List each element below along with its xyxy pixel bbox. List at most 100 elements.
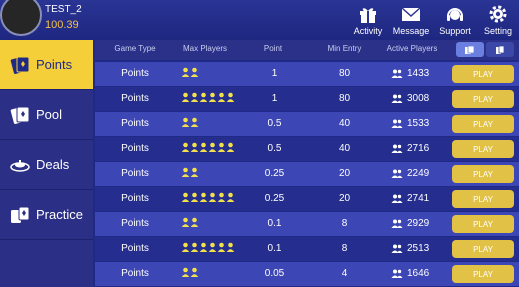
- table-row: Points 0.05 4 1646 PLAY: [95, 262, 519, 286]
- player-icons: [181, 192, 235, 202]
- active-players-count: 1533: [407, 118, 430, 129]
- point-cell: 0.5: [267, 118, 282, 129]
- active-players-icon: [391, 69, 403, 78]
- active-players-cell: 1533: [391, 118, 451, 129]
- header-max-players: Max Players: [182, 44, 227, 53]
- min-entry-cell: 20: [338, 193, 351, 204]
- active-players-cell: 1433: [391, 68, 451, 79]
- max-players-cell: [181, 242, 251, 252]
- cards-view-icon: [465, 45, 475, 54]
- play-button[interactable]: PLAY: [452, 115, 514, 133]
- game-type-cell: Points: [121, 118, 149, 129]
- point-cell: 0.1: [267, 218, 282, 229]
- point-cell: 0.25: [264, 168, 285, 179]
- game-type-cell: Points: [121, 268, 149, 279]
- table-header: Game Type Max Players Point Min Entry Ac…: [95, 40, 519, 60]
- active-players-cell: 2513: [391, 243, 451, 254]
- active-players-count: 2513: [407, 243, 430, 254]
- active-players-cell: 2249: [391, 168, 451, 179]
- play-button[interactable]: PLAY: [452, 140, 514, 158]
- activity-label: Activity: [353, 26, 383, 36]
- username: TEST_2: [45, 4, 82, 15]
- sidebar-item-deals[interactable]: Deals: [0, 140, 93, 190]
- max-players-cell: [181, 192, 251, 202]
- active-players-icon: [391, 169, 403, 178]
- sidebar-item-label: Deals: [36, 157, 70, 172]
- active-players-icon: [391, 244, 403, 253]
- player-icons: [181, 242, 235, 252]
- play-button[interactable]: PLAY: [452, 265, 514, 283]
- point-cell: 0.05: [264, 268, 285, 279]
- header-game-type: Game Type: [114, 44, 156, 53]
- support-label: Support: [439, 26, 471, 36]
- play-button[interactable]: PLAY: [452, 215, 514, 233]
- active-players-cell: 3008: [391, 93, 451, 104]
- active-players-count: 1646: [407, 268, 430, 279]
- header-active-players: Active Players: [386, 44, 438, 53]
- play-button[interactable]: PLAY: [452, 90, 514, 108]
- table-row: Points 0.25 20 2249 PLAY: [95, 162, 519, 186]
- sidebar-item-points[interactable]: Points: [0, 40, 93, 90]
- player-icons: [181, 92, 235, 102]
- min-entry-cell: 20: [338, 168, 351, 179]
- support-button[interactable]: Support: [433, 0, 477, 40]
- active-players-cell: 2716: [391, 143, 451, 154]
- setting-button[interactable]: Setting: [477, 0, 519, 40]
- active-players-count: 3008: [407, 93, 430, 104]
- active-players-icon: [391, 144, 403, 153]
- view-toggle: [454, 42, 514, 57]
- deals-icon: [8, 154, 32, 176]
- gear-icon: [489, 5, 507, 23]
- balance: 100.39: [45, 19, 79, 31]
- game-table: Game Type Max Players Point Min Entry Ac…: [95, 40, 519, 287]
- player-icons: [181, 67, 199, 77]
- point-cell: 0.25: [264, 193, 285, 204]
- avatar[interactable]: [0, 0, 42, 36]
- table-row: Points 0.5 40 2716 PLAY: [95, 137, 519, 161]
- sidebar-item-practice[interactable]: Practice: [0, 190, 93, 240]
- active-players-cell: 2929: [391, 218, 451, 229]
- game-type-cell: Points: [121, 143, 149, 154]
- max-players-cell: [181, 217, 251, 227]
- envelope-icon: [401, 7, 421, 21]
- cards-icon: [8, 104, 32, 126]
- sidebar: Points Pool Deals Practice: [0, 40, 93, 287]
- play-button[interactable]: PLAY: [452, 240, 514, 258]
- player-icons: [181, 142, 235, 152]
- table-row: Points 0.1 8 2929 PLAY: [95, 212, 519, 236]
- active-players-count: 2249: [407, 168, 430, 179]
- game-type-cell: Points: [121, 93, 149, 104]
- message-button[interactable]: Message: [389, 0, 433, 40]
- table-row: Points 1 80 1433 PLAY: [95, 62, 519, 86]
- player-icons: [181, 167, 199, 177]
- top-nav: Activity Message Support Setting: [347, 0, 519, 40]
- active-players-count: 2741: [407, 193, 430, 204]
- min-entry-cell: 8: [341, 218, 348, 229]
- active-players-icon: [391, 219, 403, 228]
- active-players-cell: 2741: [391, 193, 451, 204]
- sidebar-item-label: Points: [36, 57, 73, 72]
- max-players-cell: [181, 117, 251, 127]
- player-icons: [181, 117, 199, 127]
- min-entry-cell: 4: [341, 268, 348, 279]
- max-players-cell: [181, 267, 251, 277]
- play-button[interactable]: PLAY: [452, 65, 514, 83]
- view-toggle-list[interactable]: [486, 42, 514, 57]
- point-cell: 1: [271, 68, 278, 79]
- active-players-count: 2716: [407, 143, 430, 154]
- player-icons: [181, 217, 199, 227]
- min-entry-cell: 40: [338, 143, 351, 154]
- table-row: Points 0.1 8 2513 PLAY: [95, 237, 519, 261]
- view-toggle-grid[interactable]: [456, 42, 484, 57]
- game-type-cell: Points: [121, 218, 149, 229]
- message-label: Message: [392, 26, 430, 36]
- play-button[interactable]: PLAY: [452, 165, 514, 183]
- sidebar-item-pool[interactable]: Pool: [0, 90, 93, 140]
- play-button[interactable]: PLAY: [452, 190, 514, 208]
- game-type-cell: Points: [121, 193, 149, 204]
- activity-button[interactable]: Activity: [347, 0, 389, 40]
- active-players-count: 2929: [407, 218, 430, 229]
- active-players-icon: [391, 194, 403, 203]
- sidebar-item-label: Pool: [36, 107, 63, 122]
- active-players-cell: 1646: [391, 268, 451, 279]
